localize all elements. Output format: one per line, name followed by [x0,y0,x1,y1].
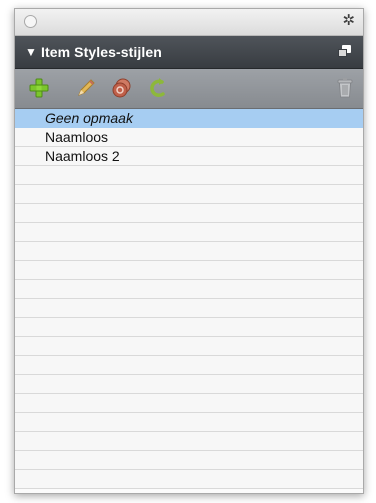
window-titlebar: ✲ [15,9,363,36]
panel-menu-icon[interactable] [338,45,352,58]
list-item-naamloos[interactable]: Naamloos [15,128,363,147]
edit-pencil-icon[interactable] [75,77,97,99]
duplicate-icon[interactable] [111,77,133,99]
item-styles-panel: ✲ ▼ Item Styles-stijlen Geen opmaak Naam… [14,8,364,494]
refresh-icon[interactable] [149,77,169,99]
panel-title: Item Styles-stijlen [41,44,162,60]
gear-icon[interactable]: ✲ [342,12,355,30]
styles-toolbar [15,69,363,109]
styles-list[interactable]: Geen opmaak Naamloos Naamloos 2 [15,109,363,489]
collapse-triangle-icon[interactable]: ▼ [25,44,37,60]
panel-header[interactable]: ▼ Item Styles-stijlen [15,36,363,69]
add-icon[interactable] [29,78,49,98]
list-item-naamloos-2[interactable]: Naamloos 2 [15,147,363,166]
close-button[interactable] [24,15,37,28]
trash-icon[interactable] [337,77,353,99]
list-item-geen-opmaak[interactable]: Geen opmaak [15,109,363,128]
